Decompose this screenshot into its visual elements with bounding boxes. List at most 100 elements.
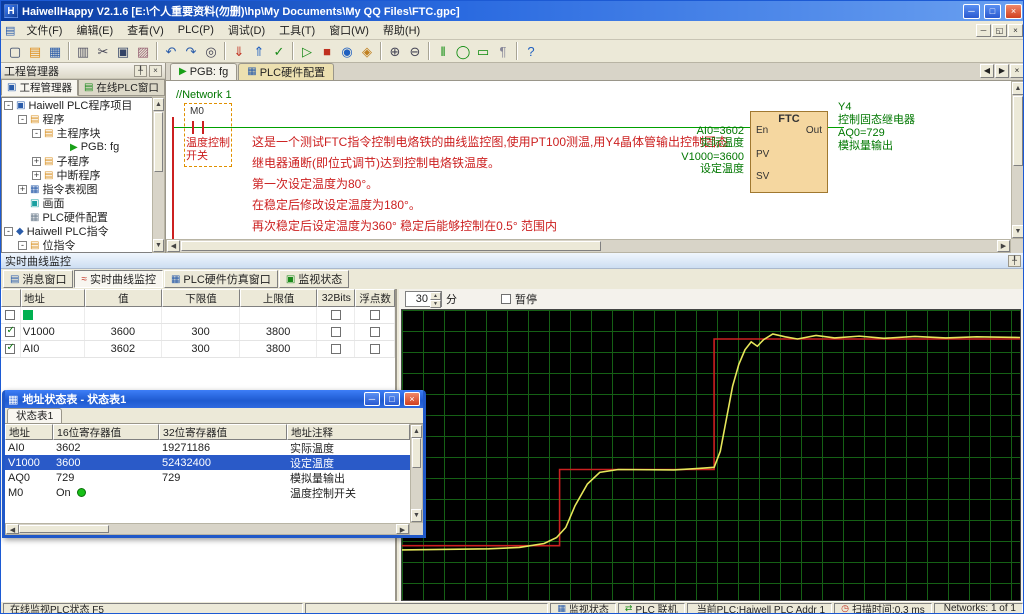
tree-item-interrupt-programs[interactable]: + ▤ 中断程序 [2,168,152,182]
pin-icon[interactable]: ╀ [134,65,147,77]
tab-message-window[interactable]: ▤消息窗口 [3,270,73,288]
header-float[interactable]: 浮点数 [355,289,395,307]
watch-low-limit[interactable]: 300 [162,324,240,340]
trend-chart[interactable] [401,309,1021,601]
ladder-canvas[interactable]: //Network 1 M0 温度控制 开关 这是一个测试FTC指令控制电烙铁的… [166,81,1011,239]
panel-close-icon[interactable]: × [149,65,162,77]
run-plc-icon[interactable]: ▷ [297,41,317,61]
scroll-right-icon[interactable]: ▶ [396,524,409,534]
tree-item-programs[interactable]: - ▤ 程序 [2,112,152,126]
tree-item-screen[interactable]: ▣ 画面 [2,196,152,210]
scroll-down-icon[interactable]: ▼ [153,239,164,252]
open-file-icon[interactable]: ▤ [25,41,45,61]
tree-item-subprograms[interactable]: + ▤ 子程序 [2,154,152,168]
menu-tools[interactable]: 工具(T) [272,20,322,40]
watch-float-checkbox[interactable] [370,344,380,354]
tree-item-plc-instructions[interactable]: - ◆ Haiwell PLC指令 [2,224,152,238]
scrollbar-thumb[interactable] [181,241,601,251]
status-row[interactable]: V1000 3600 52432400 设定温度 [5,455,410,470]
child-minimize-button[interactable]: ─ [976,24,991,37]
contact-element-icon[interactable]: ‖ [433,41,453,61]
download-to-plc-icon[interactable]: ⇓ [229,41,249,61]
ftc-function-block[interactable]: FTC En Out PV SV [750,111,828,193]
pin-icon[interactable]: ╀ [1008,255,1021,267]
child-restore-button[interactable]: ◱ [992,24,1007,37]
header-address[interactable]: 地址 [21,289,85,307]
tab-close-icon[interactable]: × [1010,64,1024,78]
cut-icon[interactable]: ✂ [93,41,113,61]
status-horizontal-scrollbar[interactable]: ◀ ▶ [5,523,410,535]
scrollbar-thumb[interactable] [1013,96,1023,166]
tab-monitor-state[interactable]: ▣监视状态 [279,270,349,288]
contact-bar-left[interactable] [192,121,194,134]
menu-help[interactable]: 帮助(H) [376,20,427,40]
tree-item-bit-instructions[interactable]: - ▤ 位指令 [2,238,152,252]
header-address[interactable]: 地址 [5,424,53,440]
scroll-up-icon[interactable]: ▲ [1012,82,1024,95]
watch-32bit-checkbox[interactable] [331,310,341,320]
paste-icon[interactable]: ▨ [133,41,153,61]
interval-value[interactable]: 30 [406,292,430,306]
tree-item-pgb-fg[interactable]: ▶ PGB: fg [2,140,152,154]
pause-checkbox[interactable] [501,294,511,304]
header-value[interactable]: 值 [85,289,163,307]
comment-icon[interactable]: ¶ [493,41,513,61]
copy-icon[interactable]: ▣ [113,41,133,61]
watch-enable-checkbox[interactable] [5,344,15,354]
scroll-up-icon[interactable]: ▲ [153,98,164,111]
watch-low-limit[interactable]: 300 [162,341,240,357]
spinner-up-icon[interactable]: ▲ [430,292,441,300]
find-icon[interactable]: ◎ [201,41,221,61]
header-32bit-value[interactable]: 32位寄存器值 [159,424,287,440]
maximize-button[interactable]: □ [984,4,1001,19]
header-low-limit[interactable]: 下限值 [162,289,240,307]
minimize-button[interactable]: ─ [364,392,380,406]
project-tree-scrollbar[interactable]: ▲ ▼ [152,97,165,253]
watch-row[interactable]: V1000 3600 300 3800 [1,324,395,341]
menu-debug[interactable]: 调试(D) [221,20,272,40]
save-icon[interactable]: ▦ [45,41,65,61]
coil-element-icon[interactable]: ◯ [453,41,473,61]
help-icon[interactable]: ? [521,41,541,61]
contact-bar-right[interactable] [202,121,204,134]
watch-32bit-checkbox[interactable] [331,327,341,337]
watch-32bit-checkbox[interactable] [331,344,341,354]
editor-vertical-scrollbar[interactable]: ▲ ▼ [1011,81,1024,239]
tab-status-table-1[interactable]: 状态表1 [7,408,62,423]
zoom-out-icon[interactable]: ⊖ [405,41,425,61]
header-address-comment[interactable]: 地址注释 [287,424,410,440]
tab-pgb-fg[interactable]: ▶PGB: fg [170,63,237,80]
tree-expander-icon[interactable] [58,143,67,152]
scrollbar-thumb[interactable] [412,438,421,468]
tree-expander-icon[interactable] [18,199,27,208]
watch-float-checkbox[interactable] [370,310,380,320]
scrollbar-thumb[interactable] [19,525,109,533]
close-button[interactable]: × [404,392,420,406]
tab-scroll-right-icon[interactable]: ▶ [995,64,1009,78]
upload-from-plc-icon[interactable]: ⇑ [249,41,269,61]
online-monitor-icon[interactable]: ◉ [337,41,357,61]
watch-high-limit[interactable]: 3800 [240,341,318,357]
header-high-limit[interactable]: 上限值 [240,289,318,307]
tree-expander-icon[interactable]: - [4,101,13,110]
watch-enable-checkbox[interactable] [5,327,15,337]
menu-file[interactable]: 文件(F) [19,20,69,40]
tree-expander-icon[interactable]: + [32,171,41,180]
scroll-left-icon[interactable]: ◀ [6,524,19,534]
status-window-titlebar[interactable]: ▦ 地址状态表 - 状态表1 ─ □ × [5,390,423,408]
watch-row[interactable] [1,307,395,324]
undo-icon[interactable]: ↶ [161,41,181,61]
close-button[interactable]: × [1005,4,1022,19]
compile-icon[interactable]: ✓ [269,41,289,61]
stop-plc-icon[interactable]: ■ [317,41,337,61]
scroll-right-icon[interactable]: ▶ [997,240,1010,252]
editor-horizontal-scrollbar[interactable]: ◀ ▶ [166,239,1011,253]
menu-window[interactable]: 窗口(W) [322,20,376,40]
redo-icon[interactable]: ↷ [181,41,201,61]
menu-edit[interactable]: 编辑(E) [69,20,120,40]
status-vertical-scrollbar[interactable]: ▲ ▼ [410,424,423,523]
tab-plc-sim-window[interactable]: ▦PLC硬件仿真窗口 [164,270,278,288]
tab-plc-hardware-config[interactable]: ▦PLC硬件配置 [238,63,334,80]
watch-high-limit[interactable]: 3800 [240,324,318,340]
new-file-icon[interactable]: ▢ [5,41,25,61]
